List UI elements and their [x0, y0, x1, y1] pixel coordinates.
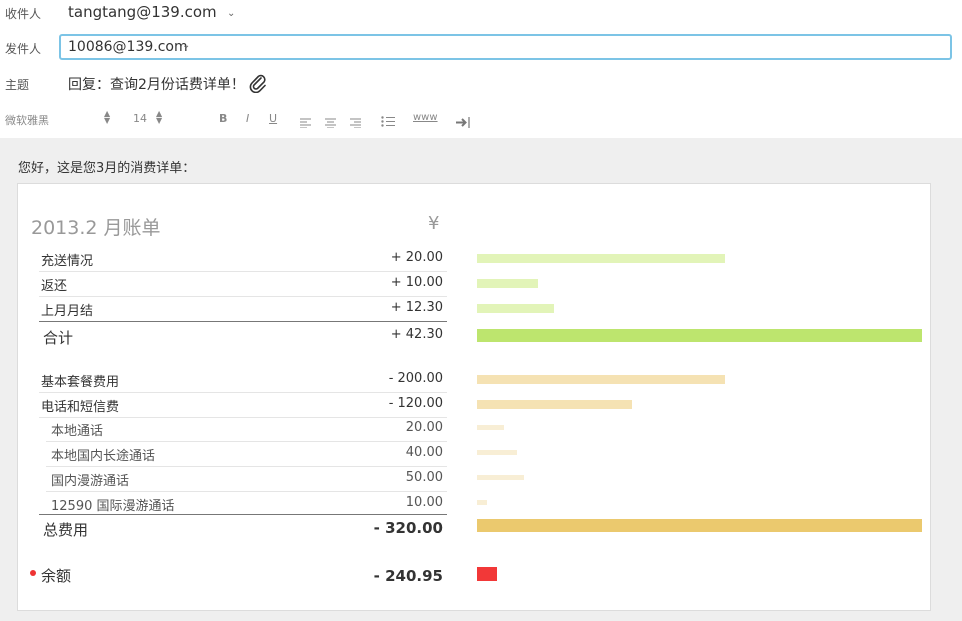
bill-subrow-label: 本地国内长途通话 [51, 449, 156, 464]
to-field[interactable]: tangtang@139.com [68, 3, 217, 21]
balance-label: 余额 [41, 567, 72, 585]
balance-bar [477, 567, 497, 581]
bill-subrow-value: 10.00 [405, 495, 443, 510]
from-label: 发件人 [5, 42, 42, 56]
subject-field[interactable]: 回复：查询2月份话费详单！ [68, 74, 245, 94]
subject-label: 主题 [5, 78, 30, 92]
bill-row: 返还 + 10.00 [39, 271, 447, 295]
from-row: 发件人 10086@139.com ⌄ [0, 30, 962, 66]
bill-row-value: + 10.00 [390, 275, 443, 290]
total-divider [39, 321, 447, 322]
income-total-row: 合计 + 42.30 [39, 323, 447, 347]
income-bar [477, 254, 725, 263]
insert-link-button[interactable]: www [413, 112, 438, 123]
bill-row-value: - 200.00 [388, 371, 443, 386]
bill-row-label: 上月月结 [41, 304, 94, 319]
format-toolbar: 微软雅黑 ▲ ▼ 14 ▲ ▼ B I U www [0, 101, 962, 139]
income-total-label: 合计 [43, 329, 74, 347]
income-total-bar [477, 329, 922, 342]
income-bar [477, 304, 554, 313]
expense-bar [477, 375, 725, 384]
bill-subrow: 本地通话 20.00 [39, 416, 447, 440]
expense-sub-bar [477, 425, 504, 430]
balance-marker-icon [30, 570, 36, 576]
income-total-value: + 42.30 [390, 327, 443, 342]
bill-subrow-value: 50.00 [405, 470, 443, 485]
font-family-spinner-icon[interactable]: ▲ ▼ [104, 110, 110, 125]
bullet-list-icon[interactable] [381, 112, 395, 131]
expense-sub-bar [477, 450, 517, 455]
balance-value: - 240.95 [373, 567, 443, 585]
from-value: 10086@139.com [68, 39, 188, 55]
bill-row-value: + 20.00 [390, 250, 443, 265]
bill-row: 电话和短信费 - 120.00 [39, 392, 447, 416]
expense-sub-bar [477, 475, 524, 480]
align-left-icon[interactable] [300, 113, 311, 132]
bill-subrow-label: 12590 国际漫游通话 [51, 499, 175, 514]
bill-row-value: + 12.30 [390, 300, 443, 315]
bill-card: 2013.2 月账单 ¥ 充送情况 + 20.00 返还 + 10.00 上月月… [17, 183, 931, 611]
bill-row: 上月月结 + 12.30 [39, 296, 447, 320]
to-row: 收件人 tangtang@139.com ⌄ [0, 0, 962, 31]
bill-subrow: 本地国内长途通话 40.00 [39, 441, 447, 465]
bold-button[interactable]: B [219, 112, 227, 125]
from-dropdown-chevron-icon[interactable]: ⌄ [182, 40, 190, 51]
from-field[interactable]: 10086@139.com ⌄ [59, 34, 952, 60]
bill-row-value: - 120.00 [388, 396, 443, 411]
expense-sub-bar [477, 500, 487, 505]
italic-button[interactable]: I [246, 112, 249, 125]
expense-total-bar [477, 519, 922, 532]
bill-subrow-value: 20.00 [405, 420, 443, 435]
subject-row: 主题 回复：查询2月份话费详单！ [0, 65, 962, 102]
to-dropdown-chevron-icon[interactable]: ⌄ [227, 8, 235, 19]
align-right-icon[interactable] [350, 113, 361, 132]
bill-title: 2013.2 月账单 [31, 217, 161, 239]
bill-subrow: 国内漫游通话 50.00 [39, 466, 447, 490]
bill-row: 充送情况 + 20.00 [39, 246, 447, 270]
bill-row: 基本套餐费用 - 200.00 [39, 367, 447, 391]
balance-row: 余额 - 240.95 [39, 561, 447, 585]
bill-subrow: 12590 国际漫游通话 10.00 [39, 491, 447, 515]
font-family-select[interactable]: 微软雅黑 [5, 112, 49, 128]
indent-icon[interactable] [456, 113, 471, 132]
income-bar [477, 279, 538, 288]
font-size-spinner-icon[interactable]: ▲ ▼ [156, 110, 162, 125]
bill-subrow-label: 国内漫游通话 [51, 474, 130, 489]
bill-row-label: 电话和短信费 [41, 400, 120, 415]
to-label: 收件人 [5, 7, 42, 21]
currency-symbol: ¥ [428, 213, 440, 234]
expense-bar [477, 400, 632, 409]
align-center-icon[interactable] [325, 113, 336, 132]
greeting-text: 您好，这是您3月的消费详单： [18, 161, 196, 176]
underline-button[interactable]: U [269, 112, 277, 125]
message-body[interactable]: 您好，这是您3月的消费详单： 2013.2 月账单 ¥ 充送情况 + 20.00… [0, 138, 962, 621]
expense-total-label: 总费用 [43, 521, 89, 539]
font-size-select[interactable]: 14 [133, 112, 147, 125]
paperclip-attachment-icon[interactable] [248, 73, 268, 97]
bill-subrow-value: 40.00 [405, 445, 443, 460]
bill-row-label: 充送情况 [41, 254, 94, 269]
expense-total-row: 总费用 - 320.00 [39, 515, 447, 539]
bill-row-label: 基本套餐费用 [41, 375, 120, 390]
bill-subrow-label: 本地通话 [51, 424, 104, 439]
bill-row-label: 返还 [41, 279, 68, 294]
expense-total-value: - 320.00 [373, 519, 443, 537]
